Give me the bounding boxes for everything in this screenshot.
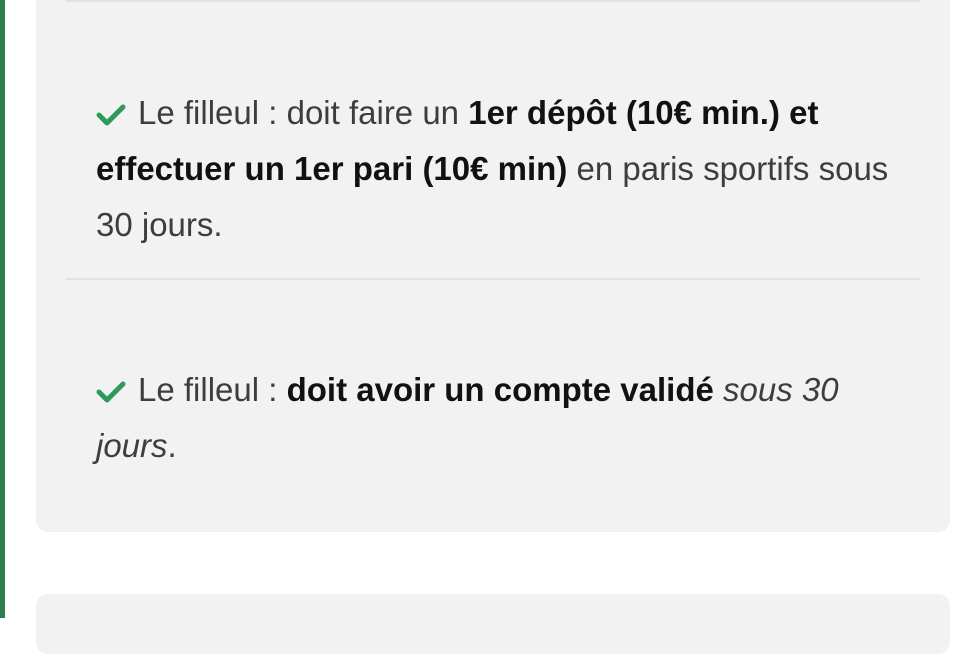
divider-middle xyxy=(66,278,920,280)
next-card xyxy=(36,594,950,654)
condition-text-end: . xyxy=(167,427,177,464)
check-icon xyxy=(96,104,126,126)
condition-prefix: Le filleul : xyxy=(138,94,287,131)
divider-top xyxy=(66,0,920,2)
condition-text: doit faire un xyxy=(286,94,469,131)
check-icon xyxy=(96,381,126,403)
accent-bar xyxy=(0,0,5,618)
condition-item-account: Le filleul : doit avoir un compte validé… xyxy=(96,362,896,474)
condition-highlight: doit avoir un compte validé xyxy=(286,371,714,408)
condition-item-deposit: Le filleul : doit faire un 1er dépôt (10… xyxy=(96,85,896,253)
condition-prefix: Le filleul : xyxy=(138,371,287,408)
